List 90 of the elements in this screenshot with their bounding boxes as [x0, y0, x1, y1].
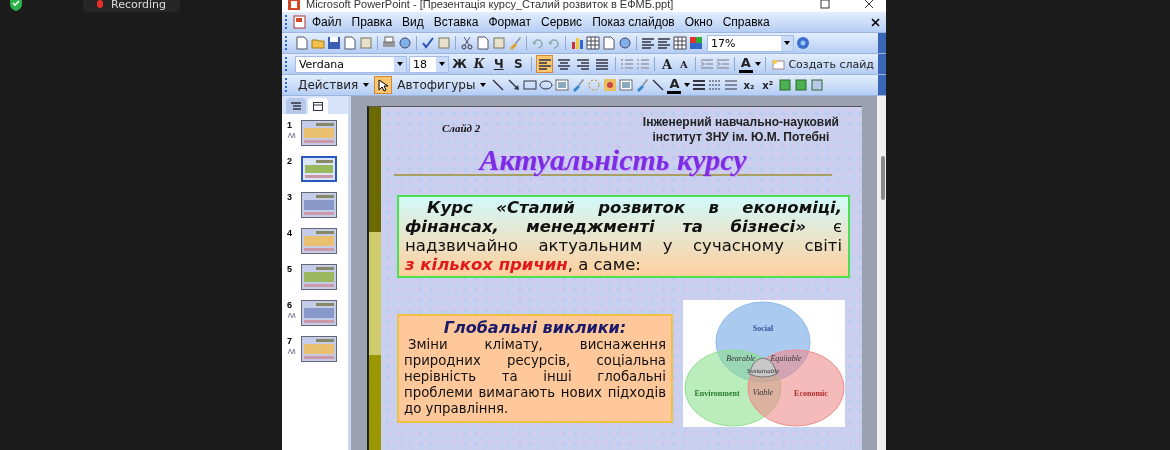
- grid-icon[interactable]: [673, 36, 687, 50]
- slide-number: 7: [287, 336, 293, 346]
- scissors-icon[interactable]: [460, 36, 474, 50]
- venn-label: Bearable: [726, 354, 756, 363]
- menu-item[interactable]: Окно: [679, 15, 718, 29]
- line-style-icon[interactable]: [692, 78, 707, 92]
- close-icon[interactable]: [864, 0, 874, 9]
- slide-thumbnail[interactable]: [301, 264, 337, 290]
- slides-tab[interactable]: [308, 98, 328, 114]
- new-slide-button[interactable]: Создать слайд: [770, 55, 876, 73]
- menu-item[interactable]: Справка: [717, 15, 775, 29]
- slide-thumbnail[interactable]: [301, 336, 337, 362]
- font-color-button[interactable]: A: [667, 76, 682, 94]
- intro-paragraph: Курс «Сталий розвиток в економіці, фінансах, менеджменті та бізнесі» є надзвичайно актуальним у сучасному світі з кількох причин, а саме:: [397, 195, 850, 278]
- spellcheck-icon[interactable]: [421, 36, 435, 50]
- menu-item[interactable]: Формат: [483, 15, 537, 29]
- challenges-heading: Глобальні виклики:: [442, 318, 628, 337]
- window-title: Microsoft PowerPoint - [Презентація курсу_Сталий розвиток в ЕФМБ.ppt]: [306, 0, 675, 10]
- pointer-tool-button[interactable]: [374, 76, 393, 94]
- text-lines-icon[interactable]: [641, 36, 655, 50]
- slide-thumbnail[interactable]: [301, 228, 337, 254]
- folder-icon[interactable]: [311, 36, 325, 50]
- subscript-button[interactable]: x₂: [740, 76, 758, 94]
- slide-thumbnail[interactable]: [301, 156, 337, 182]
- new-document-icon[interactable]: [295, 36, 309, 50]
- menu-item[interactable]: Сервис: [536, 15, 588, 29]
- menu-item[interactable]: Правка: [346, 15, 398, 29]
- venn-label: Viable: [752, 388, 774, 397]
- menu-item[interactable]: Файл: [307, 15, 347, 29]
- text-style-button[interactable]: Ч: [490, 55, 508, 73]
- vertical-scrollbar[interactable]: [877, 96, 886, 450]
- redo-icon[interactable]: [547, 36, 561, 50]
- brush-icon[interactable]: [508, 36, 522, 50]
- slide-number: 5: [287, 264, 293, 274]
- venn-label: Economic: [794, 389, 828, 398]
- align-button[interactable]: [536, 55, 554, 73]
- shrink-font-button[interactable]: A: [677, 55, 691, 73]
- font-dropdown[interactable]: Verdana: [294, 55, 408, 73]
- slide-number: 1: [287, 120, 293, 130]
- text-style-button[interactable]: Ж: [450, 55, 469, 73]
- table-icon[interactable]: [586, 36, 600, 50]
- shield-icon: [9, 0, 23, 11]
- superscript-button[interactable]: x²: [759, 76, 777, 94]
- text-box-icon[interactable]: [555, 78, 570, 92]
- arrow-icon[interactable]: [507, 78, 522, 92]
- printer-icon[interactable]: [382, 36, 396, 50]
- autoshapes-menu-button[interactable]: Автофигуры: [394, 76, 490, 94]
- document-icon[interactable]: [343, 36, 357, 50]
- bar-chart-icon[interactable]: [570, 36, 584, 50]
- picture-icon[interactable]: [619, 78, 634, 92]
- challenges-text: Зміни клімату, виснаження природних ресурсів, соціальна нерівність та інші глобальні проблеми вимагають нових підходів до управління.: [404, 337, 666, 417]
- help-icon[interactable]: [796, 36, 810, 50]
- new-slide-icon: [772, 58, 786, 70]
- outline-icon: [291, 101, 301, 111]
- institute-name-line: Інженерний навчально-науковий: [642, 115, 839, 130]
- institute-name-line: інститут ЗНУ ім. Ю.М. Потебні: [652, 130, 830, 145]
- text-style-button[interactable]: К: [470, 55, 489, 73]
- slide-number: 2: [287, 156, 293, 166]
- slide-label: Слайд 2: [442, 122, 481, 134]
- menu-item[interactable]: Вставка: [428, 15, 484, 29]
- slide-thumbnail[interactable]: [301, 120, 337, 146]
- venn-label: Equitable: [770, 354, 802, 363]
- venn-label: Environment: [694, 389, 740, 398]
- outline-tab[interactable]: [286, 98, 306, 114]
- slide-title: Актуальність курсу: [394, 145, 832, 176]
- actions-menu-button[interactable]: Действия: [295, 76, 373, 94]
- text-style-button[interactable]: S: [509, 55, 528, 73]
- document-icon[interactable]: [602, 36, 616, 50]
- slide-icon: [313, 101, 323, 111]
- slide-thumbnail[interactable]: [301, 300, 337, 326]
- venn-label: Social: [752, 324, 774, 333]
- menu-item[interactable]: Показ слайдов: [587, 15, 680, 29]
- close-icon[interactable]: [871, 17, 880, 27]
- recording-indicator: Recording: [83, 0, 181, 12]
- slide-thumbnail[interactable]: [301, 192, 337, 218]
- restore-icon[interactable]: [820, 0, 830, 9]
- copy-icon[interactable]: [476, 36, 490, 50]
- menu-item[interactable]: Вид: [397, 15, 429, 29]
- undo-icon[interactable]: [531, 36, 545, 50]
- slide-number: 3: [287, 192, 293, 202]
- oval-icon[interactable]: [539, 78, 554, 92]
- zoom-dropdown[interactable]: 17%: [707, 34, 794, 52]
- grow-font-button[interactable]: A: [658, 55, 675, 73]
- slide-number: 4: [287, 228, 293, 238]
- document-icon[interactable]: [293, 15, 307, 29]
- font-color-button[interactable]: A: [738, 55, 753, 73]
- font-size-dropdown[interactable]: 18: [409, 55, 449, 73]
- line-icon[interactable]: [491, 78, 506, 92]
- color-squares-icon[interactable]: [689, 36, 703, 50]
- slide-number: 6: [287, 300, 293, 310]
